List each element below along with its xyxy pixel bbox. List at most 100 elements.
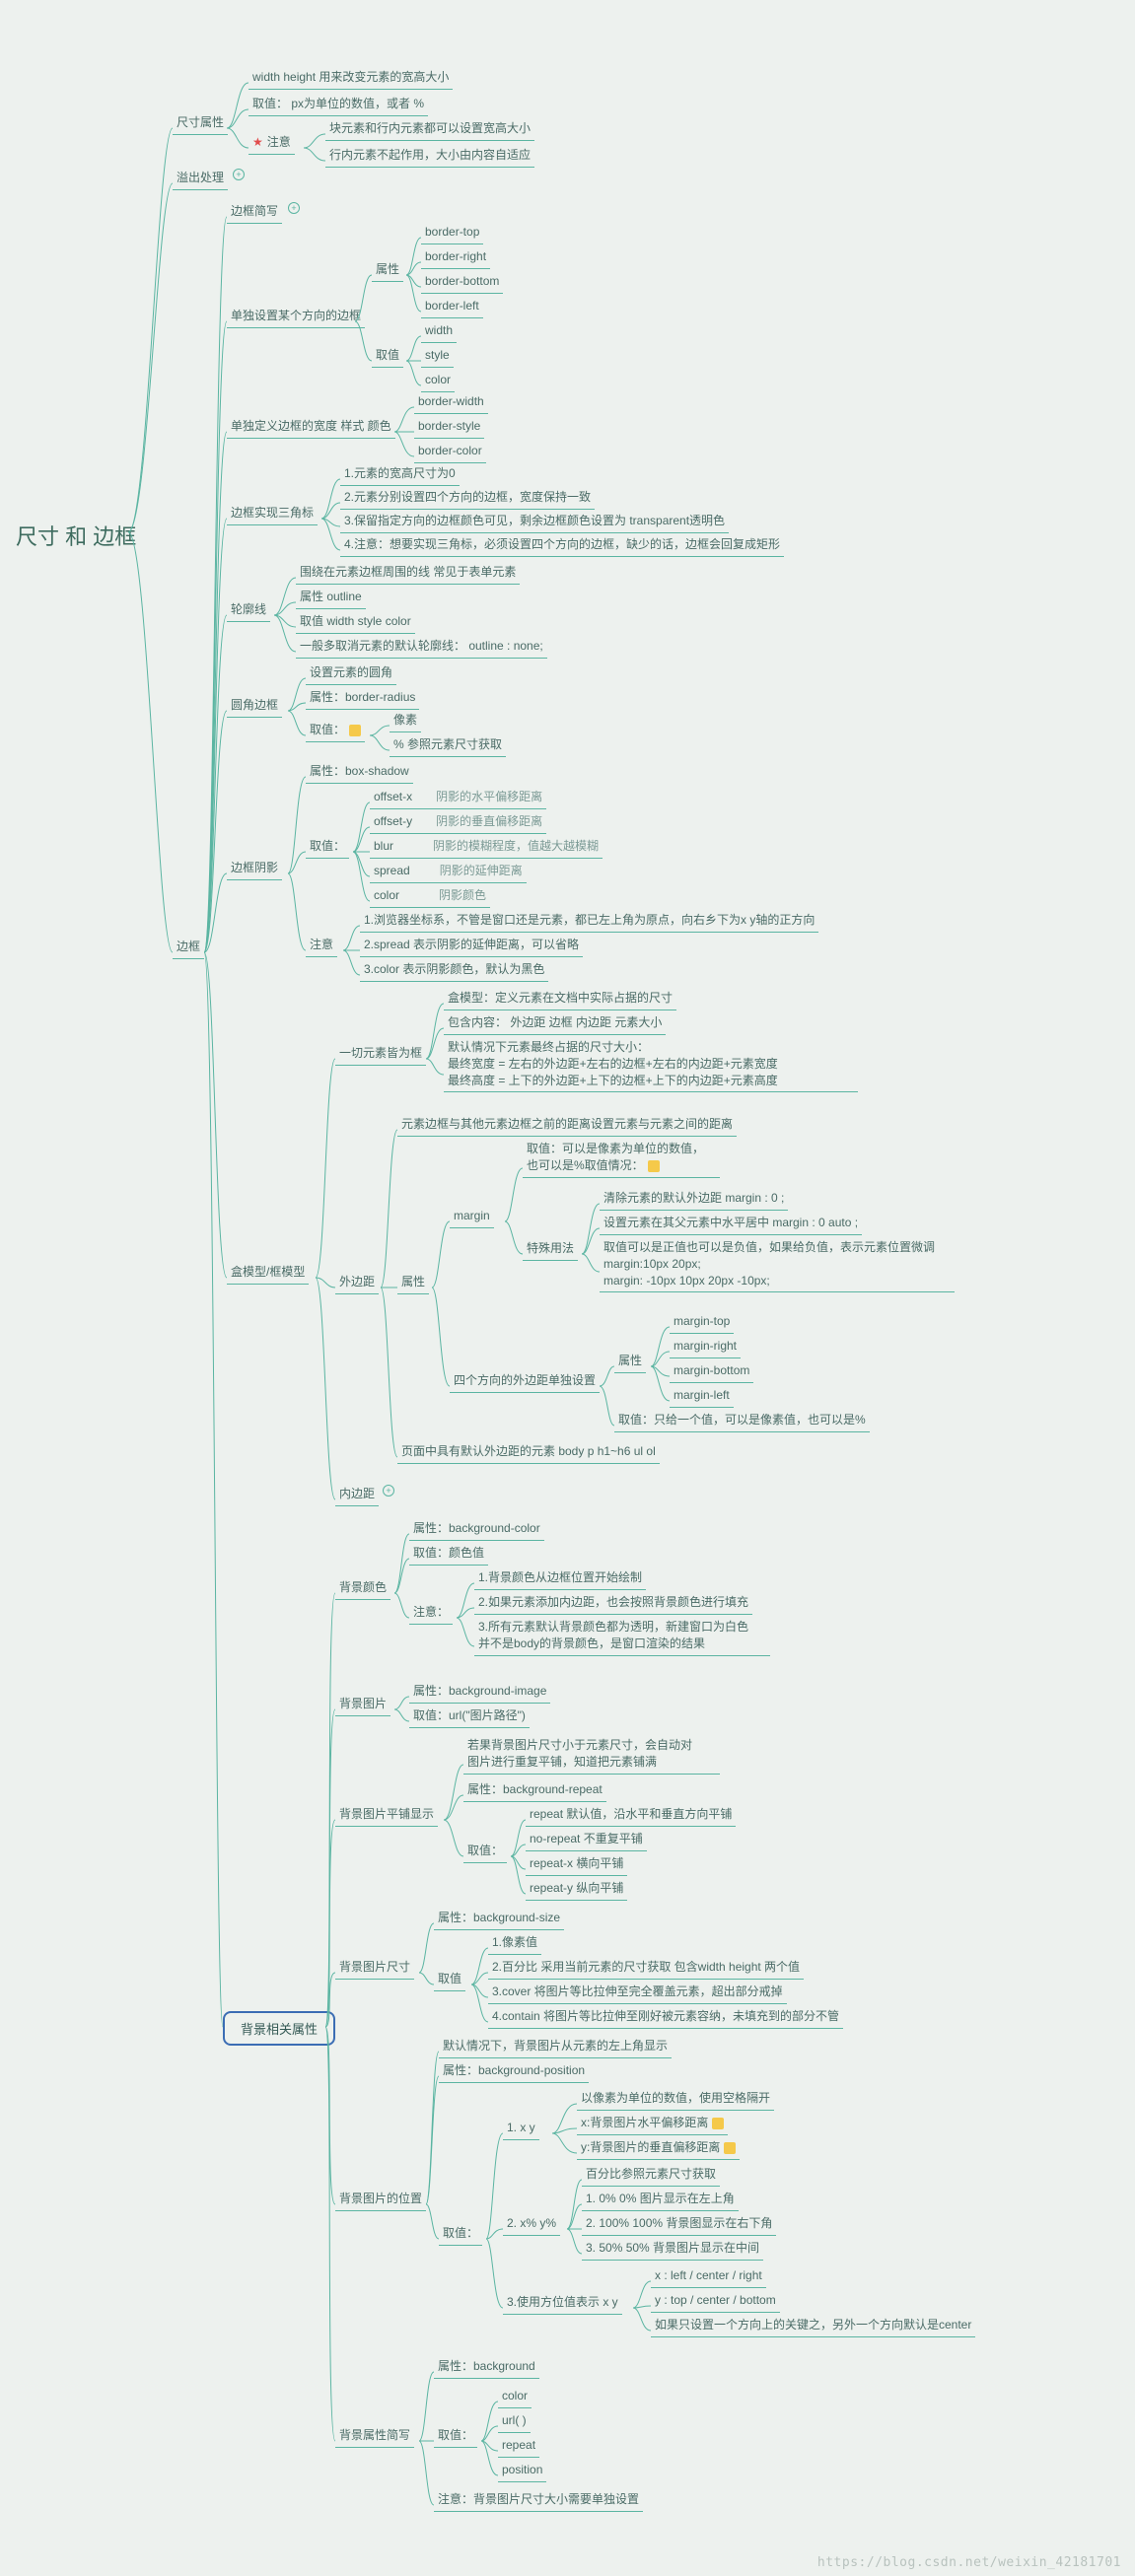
b-color: color xyxy=(421,370,455,392)
bg-short[interactable]: 背景属性简写 xyxy=(335,2425,414,2448)
t2: 2.元素分别设置四个方向的边框，宽度保持一致 xyxy=(340,487,595,510)
bgpB2: 2. 100% 100% 背景图显示在右下角 xyxy=(582,2213,776,2236)
bgcn1: 1.背景颜色从边框位置开始绘制 xyxy=(474,1567,646,1590)
border[interactable]: 边框 xyxy=(173,937,204,959)
margin[interactable]: 外边距 xyxy=(335,1272,379,1294)
b-top: border-top xyxy=(421,222,483,244)
s2c: blur阴影的模糊程度，值越大越模糊 xyxy=(370,836,603,859)
s2[interactable]: 取值： xyxy=(306,836,349,859)
bgpA[interactable]: 1. x y xyxy=(503,2118,539,2140)
b-width: width xyxy=(421,320,457,343)
r3-label: 取值： xyxy=(310,723,345,736)
m4-attr[interactable]: 属性 xyxy=(614,1351,646,1373)
mb: margin-bottom xyxy=(670,1360,753,1383)
bgc1: 属性：background-color xyxy=(409,1518,544,1541)
wh-item[interactable]: width height 用来改变元素的宽高大小 xyxy=(248,67,453,90)
radius[interactable]: 圆角边框 xyxy=(227,695,282,718)
o2: 属性 outline xyxy=(296,587,366,609)
bgpB[interactable]: 2. x% y% xyxy=(503,2213,560,2236)
padding-toggle[interactable]: + xyxy=(383,1485,394,1497)
dim-attr[interactable]: 尺寸属性 xyxy=(173,112,228,135)
wh-val[interactable]: 取值： px为单位的数值，或者 % xyxy=(248,94,428,116)
t4: 4.注意：想要实现三角标，必须设置四个方向的边框，缺少的话，边框会回复成矩形 xyxy=(340,534,784,557)
bgrA: repeat 默认值，沿水平和垂直方向平铺 xyxy=(526,1804,736,1827)
outline[interactable]: 轮廓线 xyxy=(227,599,270,622)
bgsB: 2.百分比 采用当前元素的尺寸获取 包含width height 两个值 xyxy=(488,1957,804,1980)
b-short[interactable]: 边框简写 xyxy=(227,201,282,224)
bgpA1[interactable]: x:背景图片水平偏移距离 xyxy=(577,2113,728,2135)
m-attr[interactable]: 属性 xyxy=(397,1272,429,1294)
b-sep[interactable]: 单独定义边框的宽度 样式 颜色 xyxy=(227,416,395,439)
allbox[interactable]: 一切元素皆为框 xyxy=(335,1043,426,1066)
box[interactable]: 盒模型/框模型 xyxy=(227,1262,309,1285)
bgpB0: 百分比参照元素尺寸获取 xyxy=(582,2164,720,2187)
bgpC[interactable]: 3.使用方位值表示 x y xyxy=(503,2292,622,2315)
bgs2[interactable]: 取值 xyxy=(434,1969,465,1991)
o3: 取值 width style color xyxy=(296,611,415,634)
bgp0: 默认情况下，背景图片从元素的左上角显示 xyxy=(439,2036,672,2058)
bg-repeat[interactable]: 背景图片平铺显示 xyxy=(335,1804,438,1827)
sn3: 3.color 表示阴影颜色，默认为黑色 xyxy=(360,959,548,982)
bgsD: 4.contain 将图片等比拉伸至刚好被元素容纳，未填充到的部分不管 xyxy=(488,2006,843,2029)
wh-note-label: 注意 xyxy=(267,135,291,149)
t1: 1.元素的宽高尺寸为0 xyxy=(340,463,460,486)
wh-note1: 块元素和行内元素都可以设置宽高大小 xyxy=(325,118,534,141)
triangle[interactable]: 边框实现三角标 xyxy=(227,503,318,525)
wh-note2: 行内元素不起作用，大小由内容自适应 xyxy=(325,145,534,168)
s-note[interactable]: 注意 xyxy=(306,935,337,957)
bgSh3: 注意：背景图片尺寸大小需要单独设置 xyxy=(434,2489,643,2512)
bgcn2: 2.如果元素添加内边距，也会按照背景颜色进行填充 xyxy=(474,1592,752,1615)
s1: 属性：box-shadow xyxy=(306,761,413,784)
watermark: https://blog.csdn.net/weixin_42181701 xyxy=(817,2555,1121,2570)
padding[interactable]: 内边距 xyxy=(335,1484,379,1506)
b-left: border-left xyxy=(421,296,483,318)
b-side-val[interactable]: 取值 xyxy=(372,345,403,368)
margin-lbl[interactable]: margin xyxy=(450,1206,494,1228)
shadow[interactable]: 边框阴影 xyxy=(227,858,282,880)
note-icon xyxy=(724,2142,736,2154)
r1: 设置元素的圆角 xyxy=(306,662,396,685)
bg[interactable]: 背景相关属性 xyxy=(223,2011,335,2046)
bgSh2[interactable]: 取值： xyxy=(434,2425,477,2448)
bgs1: 属性：background-size xyxy=(434,1908,564,1930)
m-spec[interactable]: 特殊用法 xyxy=(523,1238,578,1261)
b-side-attr[interactable]: 属性 xyxy=(372,259,403,282)
bgr2[interactable]: 取值： xyxy=(463,1841,507,1863)
bshort-toggle[interactable]: + xyxy=(288,202,300,214)
bgpB3: 3. 50% 50% 背景图片显示在中间 xyxy=(582,2238,763,2261)
bg-pos[interactable]: 背景图片的位置 xyxy=(335,2189,426,2211)
b-right: border-right xyxy=(421,246,490,269)
bgp2[interactable]: 取值： xyxy=(439,2223,482,2246)
bgShA: color xyxy=(498,2386,532,2408)
bgShC: repeat xyxy=(498,2435,539,2458)
root-node[interactable]: 尺寸 和 边框 xyxy=(16,520,136,551)
r3[interactable]: 取值： xyxy=(306,720,365,742)
b-side[interactable]: 单独设置某个方向的边框 xyxy=(227,306,365,328)
m-val[interactable]: 取值：可以是像素为单位的数值， 也可以是%取值情况： xyxy=(523,1139,720,1178)
overflow-toggle[interactable]: + xyxy=(233,169,245,180)
bgpA2[interactable]: y:背景图片的垂直偏移距离 xyxy=(577,2137,740,2160)
m4v: 取值：只给一个值，可以是像素值，也可以是% xyxy=(614,1410,870,1432)
ab3: 默认情况下元素最终占据的尺寸大小： 最终宽度 = 左右的外边距+左右的边框+左右… xyxy=(444,1037,858,1092)
s2d: spread阴影的延伸距离 xyxy=(370,861,527,883)
bgpC1: x : left / center / right xyxy=(651,2265,766,2288)
bgr1: 属性：background-repeat xyxy=(463,1779,606,1802)
wh-note[interactable]: ★ 注意 xyxy=(248,132,295,155)
bgpA0: 以像素为单位的数值，使用空格隔开 xyxy=(577,2088,774,2111)
bg-size[interactable]: 背景图片尺寸 xyxy=(335,1957,414,1980)
bgc2: 取值：颜色值 xyxy=(409,1543,488,1566)
m4[interactable]: 四个方向的外边距单独设置 xyxy=(450,1370,600,1393)
bg-color[interactable]: 背景颜色 xyxy=(335,1577,390,1600)
bgc-note[interactable]: 注意： xyxy=(409,1602,453,1625)
bgShD: position xyxy=(498,2460,546,2482)
m-def: 页面中具有默认外边距的元素 body p h1~h6 ul ol xyxy=(397,1441,660,1464)
bgi1: 属性：background-image xyxy=(409,1681,550,1704)
r2: 属性：border-radius xyxy=(306,687,419,710)
star-icon: ★ xyxy=(252,135,263,149)
o4: 一般多取消元素的默认轮廓线： outline : none; xyxy=(296,636,547,659)
overflow[interactable]: 溢出处理 xyxy=(173,168,228,190)
ms3: 取值可以是正值也可以是负值，如果给负值，表示元素位置微调 margin:10px… xyxy=(600,1237,955,1292)
r3b: % 参照元素尺寸获取 xyxy=(390,734,506,757)
bg-img[interactable]: 背景图片 xyxy=(335,1694,390,1716)
bgsC: 3.cover 将图片等比拉伸至完全覆盖元素，超出部分戒掉 xyxy=(488,1982,787,2004)
